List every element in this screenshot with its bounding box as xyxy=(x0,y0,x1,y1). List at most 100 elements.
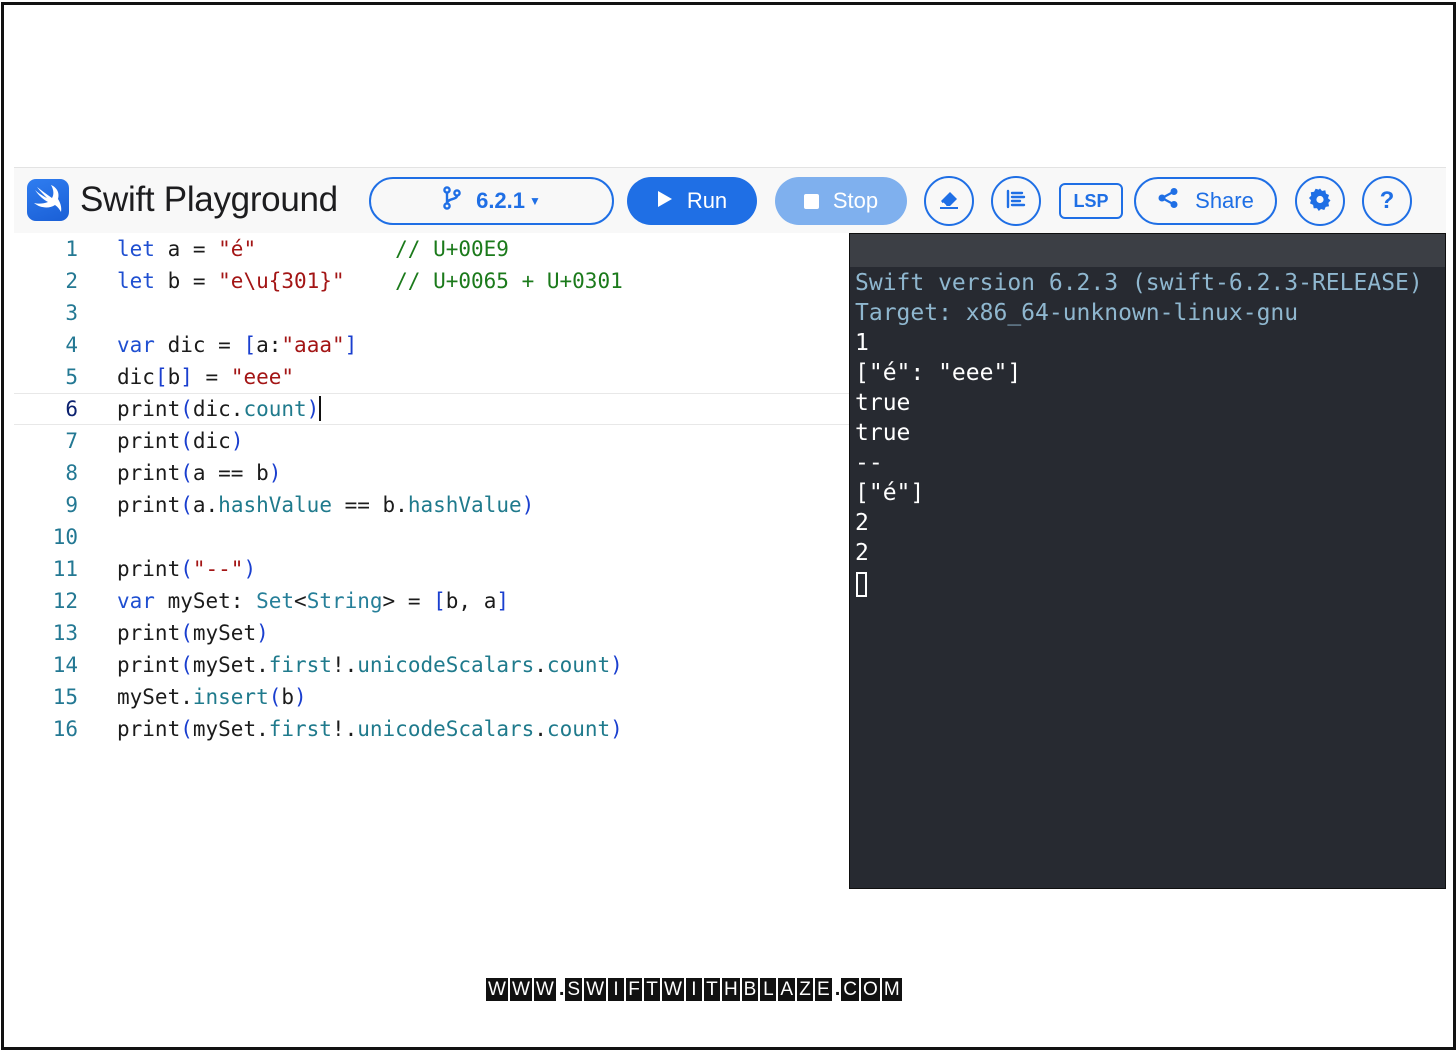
code-token: ] xyxy=(180,365,193,389)
share-button[interactable]: Share xyxy=(1134,177,1277,225)
code-text: let b = "e\u{301}" // U+0065 + U+0301 xyxy=(117,265,623,297)
line-number: 14 xyxy=(52,653,78,677)
line-number: 5 xyxy=(65,365,78,389)
code-token: print xyxy=(117,621,181,645)
code-line[interactable]: 13 print(mySet) xyxy=(14,617,850,649)
app-title: Swift Playground xyxy=(80,180,338,219)
code-line[interactable]: 2 let b = "e\u{301}" // U+0065 + U+0301 xyxy=(14,265,850,297)
code-line[interactable]: 12 var mySet: Set<String> = [b, a] xyxy=(14,585,850,617)
code-text: mySet.insert(b) xyxy=(117,681,307,713)
code-token: "aaa" xyxy=(281,333,345,357)
version-selector[interactable]: 6.2.1 ▼ xyxy=(369,177,614,225)
console-output-line: ["é": "eee"] xyxy=(855,360,1022,386)
watermark-letter: M xyxy=(881,978,902,1001)
stop-label: Stop xyxy=(832,188,879,213)
code-token: ) xyxy=(243,557,257,581)
code-token: let xyxy=(117,269,155,293)
settings-button[interactable] xyxy=(1295,176,1345,226)
code-line[interactable]: 6 print(dic.count) xyxy=(14,393,850,425)
code-token: dic xyxy=(192,429,231,453)
line-number: 10 xyxy=(52,525,78,549)
gear-icon xyxy=(1308,187,1332,216)
code-token: first xyxy=(268,717,332,741)
line-number: 8 xyxy=(65,461,78,485)
code-token: ( xyxy=(180,397,193,421)
code-token: ( xyxy=(268,685,282,709)
watermark-letter: A xyxy=(778,978,796,1001)
code-line[interactable]: 9 print(a.hashValue == b.hashValue) xyxy=(14,489,850,521)
code-token: unicodeScalars xyxy=(357,653,535,677)
stop-button[interactable]: Stop xyxy=(775,177,907,225)
code-token: ) xyxy=(521,493,535,517)
code-line[interactable]: 16 print(mySet.first!.unicodeScalars.coun… xyxy=(14,713,850,745)
code-token: var xyxy=(117,589,155,613)
watermark-letter: S xyxy=(565,978,583,1001)
code-token: "é" xyxy=(218,237,257,261)
clear-console-button[interactable] xyxy=(924,176,974,226)
console-output-line: true xyxy=(855,390,911,416)
code-token: dic. xyxy=(192,397,244,421)
code-line[interactable]: 10 xyxy=(14,521,850,553)
watermark-letter: T xyxy=(644,978,660,1001)
code-token: [ xyxy=(433,589,446,613)
format-icon xyxy=(1005,188,1027,215)
code-line[interactable]: 8 print(a == b) xyxy=(14,457,850,489)
code-token: ( xyxy=(180,461,193,485)
code-token: "eee" xyxy=(230,365,295,389)
code-text: print(mySet.first!.unicodeScalars.count) xyxy=(117,649,623,681)
run-button[interactable]: Run xyxy=(627,177,757,225)
code-token: ( xyxy=(180,557,193,581)
code-line[interactable]: 5 dic[b] = "eee" xyxy=(14,361,850,393)
code-token: ( xyxy=(180,621,193,645)
code-token: b xyxy=(281,685,295,709)
image-frame: Swift Playground 6.2.1 ▼ Run Stop LSP Sh… xyxy=(1,2,1456,1050)
code-token: ) xyxy=(256,621,269,645)
code-line[interactable]: 11 print("--") xyxy=(14,553,850,585)
watermark-letter: O xyxy=(861,978,880,1001)
code-editor[interactable]: 1 let a = "é" // U+00E9 2 let b = "e\u{301}… xyxy=(14,233,850,889)
console-output-line: ["é"] xyxy=(855,480,925,506)
code-token: !. xyxy=(331,653,358,677)
code-text: var dic = [a:"aaa"] xyxy=(117,329,357,361)
watermark-dot: . xyxy=(558,978,565,1000)
line-number: 15 xyxy=(52,685,78,709)
code-token: mySet. xyxy=(192,717,269,741)
help-button[interactable]: ? xyxy=(1362,176,1412,226)
code-token: mySet: xyxy=(154,589,257,613)
line-number: 12 xyxy=(52,589,78,613)
code-token: var xyxy=(117,333,155,357)
code-line[interactable]: 4 var dic = [a:"aaa"] xyxy=(14,329,850,361)
lsp-button[interactable]: LSP xyxy=(1059,183,1123,219)
watermark-letter: W xyxy=(533,978,556,1001)
code-line[interactable]: 7 print(dic) xyxy=(14,425,850,457)
code-token: unicodeScalars xyxy=(357,717,535,741)
watermark-letter: W xyxy=(486,978,508,1001)
code-token: dic = xyxy=(154,333,244,357)
watermark-letter: I xyxy=(685,978,702,1001)
code-token: count xyxy=(243,397,307,421)
code-token: "e\u{301}" xyxy=(218,269,345,293)
watermark: WWW.SWIFTWITHBLAZE.COM xyxy=(486,978,904,1001)
console-header xyxy=(850,234,1445,267)
code-line[interactable]: 1 let a = "é" // U+00E9 xyxy=(14,233,850,265)
code-line[interactable]: 14 print(mySet.first!.unicodeScalars.coun… xyxy=(14,649,850,681)
line-number: 3 xyxy=(65,301,78,325)
code-token: print xyxy=(117,461,181,485)
code-token: mySet xyxy=(192,621,257,645)
code-token: ) xyxy=(268,461,282,485)
format-button[interactable] xyxy=(991,176,1041,226)
code-line[interactable]: 3 xyxy=(14,297,850,329)
watermark-letter: W xyxy=(662,978,684,1001)
line-number: 1 xyxy=(65,237,78,261)
code-token: [ xyxy=(243,333,257,357)
code-line[interactable]: 15 mySet.insert(b) xyxy=(14,681,850,713)
chevron-down-icon: ▼ xyxy=(529,194,541,208)
code-token: a. xyxy=(192,493,219,517)
branch-icon xyxy=(442,186,462,216)
code-token: < xyxy=(294,589,307,613)
text-cursor xyxy=(319,396,322,421)
play-icon xyxy=(657,188,673,214)
swift-playground-app: Swift Playground 6.2.1 ▼ Run Stop LSP Sh… xyxy=(14,167,1446,889)
code-token: b, a xyxy=(445,589,497,613)
swift-logo-icon xyxy=(27,179,69,221)
